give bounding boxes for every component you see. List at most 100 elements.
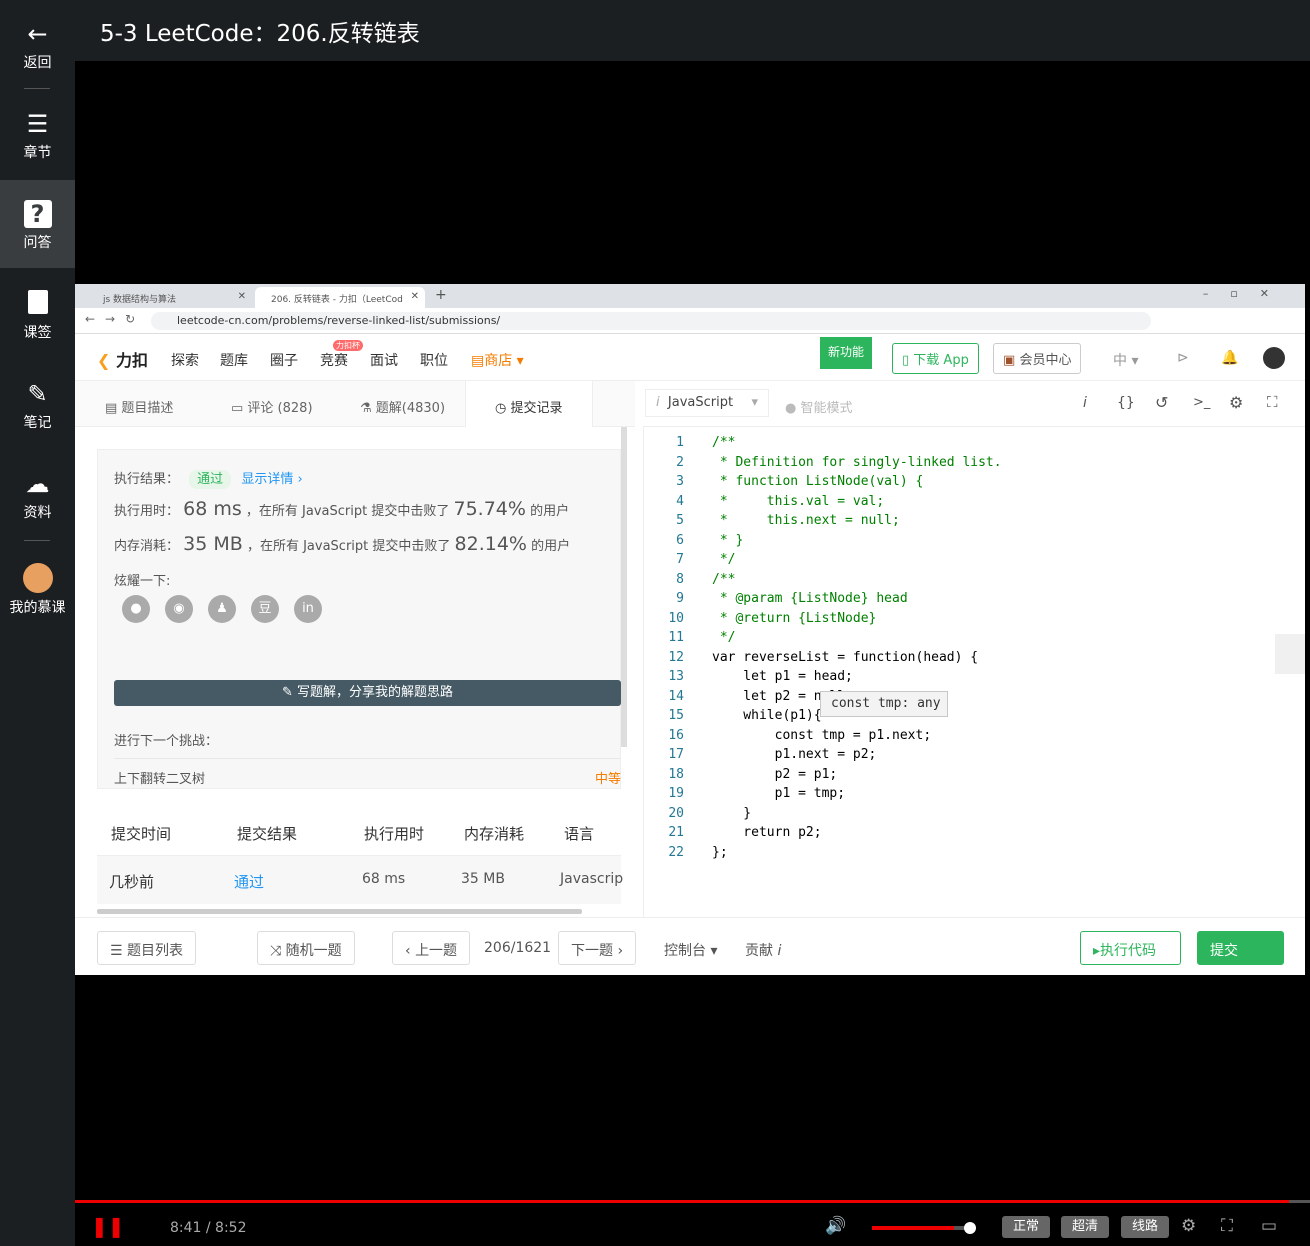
code-line[interactable]: const tmp = p1.next; xyxy=(712,728,932,743)
result-link[interactable]: 通过 xyxy=(234,871,264,892)
reset-icon[interactable]: ↺ xyxy=(1155,393,1168,412)
route-button[interactable]: 线路 xyxy=(1121,1216,1169,1238)
nav-problems[interactable]: 题库 xyxy=(220,350,248,370)
code-editor[interactable]: 1 /** 2 * Definition for singly-linked lis… xyxy=(643,427,1305,917)
settings-icon[interactable]: ⚙ xyxy=(1181,1216,1196,1236)
qq-icon[interactable]: ♟ xyxy=(208,595,236,623)
table-row[interactable] xyxy=(97,856,621,904)
quality-button[interactable]: 超清 xyxy=(1061,1216,1109,1238)
url-field[interactable]: leetcode-cn.com/problems/reverse-linked-… xyxy=(151,312,1151,330)
speed-button[interactable]: 正常 xyxy=(1002,1216,1050,1238)
show-details-link[interactable]: 显示详情 › xyxy=(241,472,302,487)
browser-tab-active[interactable]: 206. 反转链表 - 力扣（LeetCod ✕ xyxy=(255,287,425,308)
code-line[interactable]: * } xyxy=(712,533,744,548)
volume-icon[interactable]: 🔊 xyxy=(825,1216,846,1236)
nav-explore[interactable]: 探索 xyxy=(171,350,199,370)
language-switch[interactable]: 中 ▾ xyxy=(1113,350,1138,370)
format-icon[interactable]: {} xyxy=(1117,395,1135,411)
settings-icon[interactable]: ⚙ xyxy=(1229,393,1243,412)
vip-center-button[interactable]: ▣ 会员中心 xyxy=(993,343,1082,374)
code-line[interactable]: p1 = tmp; xyxy=(712,786,845,801)
nav-interview[interactable]: 面试 xyxy=(370,350,398,370)
status-badge: 通过 xyxy=(189,470,232,489)
browser-tabbar: js 数据结构与算法 ✕ 206. 反转链表 - 力扣（LeetCod ✕ + –▫… xyxy=(75,284,1305,308)
code-line[interactable]: while(p1){ xyxy=(712,708,821,723)
bell-icon[interactable]: 🔔 xyxy=(1221,350,1238,366)
next-problem-button[interactable]: 下一题 › xyxy=(558,931,637,965)
back-button[interactable]: ← 返回 xyxy=(0,0,75,88)
code-line[interactable]: p1.next = p2; xyxy=(712,747,877,762)
nav-store[interactable]: ▤商店 ▾ xyxy=(471,350,524,370)
next-problem-link[interactable]: 上下翻转二叉树 xyxy=(114,768,205,787)
leetcode-logo[interactable]: ❮ 力扣 xyxy=(97,347,148,371)
random-problem-button[interactable]: ⤨ 随机一题 xyxy=(257,931,355,965)
contest-badge: 力扣杯 xyxy=(333,340,363,351)
douban-icon[interactable]: 豆 xyxy=(251,595,279,623)
materials-button[interactable]: ☁ 资料 xyxy=(0,450,75,538)
pause-icon[interactable]: ❚❚ xyxy=(91,1214,125,1238)
new-tab-icon[interactable]: + xyxy=(435,287,447,303)
window-controls[interactable]: –▫✕ xyxy=(1203,287,1291,300)
fullscreen-icon[interactable]: ⛶ xyxy=(1221,1216,1233,1236)
code-line[interactable]: */ xyxy=(712,552,736,567)
tab-solutions[interactable]: ⚗ 题解(4830) xyxy=(360,397,445,416)
terminal-icon[interactable]: >_ xyxy=(1193,395,1210,410)
code-line[interactable]: * this.val = val; xyxy=(712,494,884,509)
my-courses-button[interactable]: 我的慕课 xyxy=(0,545,75,633)
info-icon[interactable]: i xyxy=(1083,395,1087,411)
browser-tab[interactable]: js 数据结构与算法 ✕ xyxy=(87,287,252,308)
code-line[interactable]: /** xyxy=(712,572,735,587)
code-line[interactable]: p2 = p1; xyxy=(712,767,838,782)
user-avatar[interactable] xyxy=(1263,347,1285,369)
smart-mode-toggle[interactable]: ● 智能模式 xyxy=(785,397,853,416)
volume-handle[interactable] xyxy=(964,1222,976,1234)
question-icon: ? xyxy=(23,200,52,228)
volume-slider[interactable] xyxy=(872,1226,972,1230)
fullscreen-icon[interactable]: ⛶ xyxy=(1267,393,1278,411)
close-icon[interactable]: ✕ xyxy=(411,291,419,302)
prev-problem-button[interactable]: ‹ 上一题 xyxy=(392,931,471,965)
tab-comments[interactable]: ▭ 评论 (828) xyxy=(231,397,313,416)
contribute-link[interactable]: 贡献 i xyxy=(745,940,781,960)
nav-circle[interactable]: 圈子 xyxy=(270,350,298,370)
close-icon[interactable]: ✕ xyxy=(238,291,246,302)
nav-arrows-icon[interactable]: ←→↻ xyxy=(85,312,145,326)
code-line[interactable]: }; xyxy=(712,845,728,860)
notes-button[interactable]: ✎ 笔记 xyxy=(0,360,75,448)
nav-contest[interactable]: 竞赛 xyxy=(320,350,348,370)
code-line[interactable]: */ xyxy=(712,630,736,645)
scrollbar[interactable] xyxy=(621,427,627,747)
bookmark-button[interactable]: 课签 xyxy=(0,270,75,358)
qa-button[interactable]: ? 问答 xyxy=(0,180,75,268)
weibo-icon[interactable]: ◉ xyxy=(165,595,193,623)
tab-description[interactable]: ▤ 题目描述 xyxy=(105,397,173,416)
download-app-button[interactable]: ▯ 下载 App xyxy=(892,343,979,374)
chapter-button[interactable]: ☰ 章节 xyxy=(0,90,75,178)
playground-icon[interactable]: ⊳ xyxy=(1177,350,1189,366)
code-line[interactable]: return p2; xyxy=(712,825,821,840)
code-line[interactable]: * Definition for singly-linked list. xyxy=(712,455,1002,470)
write-solution-button[interactable]: ✎ 写题解，分享我的解题思路 xyxy=(114,680,621,706)
code-line[interactable]: * this.next = null; xyxy=(712,513,900,528)
problem-list-button[interactable]: ☰ 题目列表 xyxy=(97,931,197,965)
language-select[interactable]: i JavaScript ▾ xyxy=(645,389,769,417)
nav-jobs[interactable]: 职位 xyxy=(420,350,448,370)
code-line[interactable]: var reverseList = function(head) { xyxy=(712,650,978,665)
tab-submissions[interactable]: ◷ 提交记录 xyxy=(495,397,563,416)
horizontal-scrollbar[interactable] xyxy=(97,909,582,914)
code-line[interactable]: * @param {ListNode} head xyxy=(712,591,908,606)
progress-bar[interactable] xyxy=(75,1200,1310,1203)
submit-button[interactable]: 提交 xyxy=(1197,931,1284,965)
code-line[interactable]: * function ListNode(val) { xyxy=(712,474,924,489)
linkedin-icon[interactable]: in xyxy=(294,595,322,623)
run-code-button[interactable]: ▸执行代码 xyxy=(1080,931,1181,965)
wechat-icon[interactable]: ● xyxy=(122,595,150,623)
console-toggle[interactable]: 控制台 ▾ xyxy=(664,940,717,960)
code-line[interactable]: let p1 = head; xyxy=(712,669,853,684)
side-float-button[interactable] xyxy=(1275,634,1305,674)
code-line[interactable]: * @return {ListNode} xyxy=(712,611,877,626)
code-line[interactable]: /** xyxy=(712,435,735,450)
code-line[interactable]: } xyxy=(712,806,751,821)
window-mode-icon[interactable]: ▭ xyxy=(1261,1216,1277,1236)
new-feature-badge[interactable]: 新功能 xyxy=(820,337,872,369)
